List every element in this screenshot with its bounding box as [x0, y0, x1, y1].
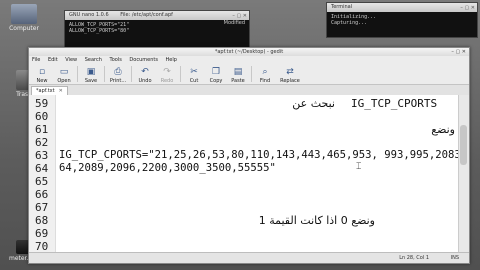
redo-icon: ↷	[163, 67, 171, 77]
desktop-icon-computer[interactable]: Computer	[4, 4, 44, 32]
toolbar-separator	[104, 66, 105, 82]
line-number: 60	[35, 110, 49, 123]
paste-button[interactable]: ▤ Paste	[227, 67, 249, 84]
code-line-64: 64,2089,2096,2200,3000_3500,55555"	[59, 162, 276, 174]
toolbar-separator	[180, 66, 181, 82]
toolbar-separator	[251, 66, 252, 82]
copy-button[interactable]: ❐ Copy	[205, 67, 227, 84]
menubar: File Edit View Search Tools Documents He…	[29, 56, 469, 64]
terminal-window[interactable]: Terminal – ▢ ✕ Initializing... Capturing…	[326, 2, 478, 38]
open-button[interactable]: ▭ Open	[53, 67, 75, 84]
replace-icon: ⇄	[286, 67, 294, 77]
terminal-titlebar: Terminal – ▢ ✕	[327, 3, 477, 12]
line-number: 61	[35, 123, 49, 136]
line-number: 67	[35, 201, 49, 214]
menu-view[interactable]: View	[65, 57, 77, 63]
window-controls[interactable]: – ▢ ✕	[451, 48, 466, 56]
code-line-59-arabic: نبحث عن	[292, 97, 335, 110]
ibeam-cursor-icon: ⌶	[356, 162, 362, 172]
print-icon: ⎙	[114, 67, 122, 77]
find-icon: ⌕	[262, 67, 268, 77]
cut-icon: ✂	[190, 67, 198, 77]
cursor-position: Ln 28, Col 1	[399, 255, 429, 261]
paste-icon: ▤	[233, 67, 243, 77]
toolbar-separator	[77, 66, 78, 82]
find-button[interactable]: ⌕ Find	[254, 67, 276, 84]
close-icon[interactable]: ✕	[59, 88, 63, 94]
undo-button[interactable]: ↶ Undo	[134, 67, 156, 84]
line-number: 68	[35, 214, 49, 227]
code-line-61: ونضع	[431, 123, 455, 136]
code-line-63: IG_TCP_CPORTS="21,25,26,53,80,110,143,44…	[59, 149, 470, 161]
scrollbar-thumb[interactable]	[460, 125, 467, 165]
menu-help[interactable]: Help	[166, 57, 177, 63]
computer-icon	[11, 4, 37, 24]
line-number: 64	[35, 162, 49, 175]
code-line-69: ونضع 0 اذا كانت القيمة 1	[258, 214, 375, 227]
line-number: 69	[35, 227, 49, 240]
nano-terminal-window[interactable]: GNU nano 1.0.6 File: /etc/apt/conf.apf –…	[64, 10, 250, 52]
menu-search[interactable]: Search	[85, 57, 102, 63]
line-number: 62	[35, 136, 49, 149]
nano-titlebar: GNU nano 1.0.6 File: /etc/apt/conf.apf –…	[65, 11, 249, 20]
line-number: 59	[35, 97, 49, 110]
tab-apf-txt[interactable]: *apf.txt ✕	[31, 86, 68, 95]
new-button[interactable]: ▫ New	[31, 67, 53, 84]
save-icon: ▣	[86, 67, 96, 77]
replace-button[interactable]: ⇄ Replace	[276, 67, 304, 84]
line-number: 66	[35, 188, 49, 201]
insert-mode: INS	[450, 255, 459, 261]
menu-edit[interactable]: Edit	[48, 57, 58, 63]
redo-button[interactable]: ↷ Redo	[156, 67, 178, 84]
toolbar-separator	[131, 66, 132, 82]
toolbar: ▫ New ▭ Open ▣ Save ⎙ Print... ↶ Undo ↷ Redo ✂…	[29, 64, 469, 85]
undo-icon: ↶	[141, 67, 149, 77]
code-line-59-keyword: IG_TCP_CPORTS	[351, 97, 438, 110]
open-icon: ▭	[59, 67, 69, 77]
menu-documents[interactable]: Documents	[129, 57, 158, 63]
save-button[interactable]: ▣ Save	[80, 67, 102, 84]
nano-content: ALLOW_TCP_PORTS="21" ALLOW_TCP_PORTS="80…	[69, 22, 130, 34]
cut-button[interactable]: ✂ Cut	[183, 67, 205, 84]
new-icon: ▫	[38, 67, 46, 77]
line-number: 63	[35, 149, 49, 162]
gedit-titlebar: *apf.txt (~/Desktop) - gedit – ▢ ✕	[29, 48, 469, 56]
window-controls[interactable]: – ▢ ✕	[460, 4, 475, 13]
gedit-window[interactable]: *apf.txt (~/Desktop) - gedit – ▢ ✕ File …	[28, 47, 470, 264]
copy-icon: ❐	[211, 67, 221, 77]
terminal-content: Initializing... Capturing...	[331, 14, 377, 26]
menu-file[interactable]: File	[32, 57, 40, 63]
menu-tools[interactable]: Tools	[110, 57, 122, 63]
line-number: 65	[35, 175, 49, 188]
status-bar: Ln 28, Col 1 INS	[29, 252, 469, 263]
text-editor[interactable]: 59 60 61 62 63 64 65 66 67 68 69 70 IG_T…	[29, 95, 469, 253]
nano-status: Modified	[223, 20, 245, 26]
print-button[interactable]: ⎙ Print...	[107, 67, 129, 84]
vertical-scrollbar[interactable]	[458, 95, 469, 253]
